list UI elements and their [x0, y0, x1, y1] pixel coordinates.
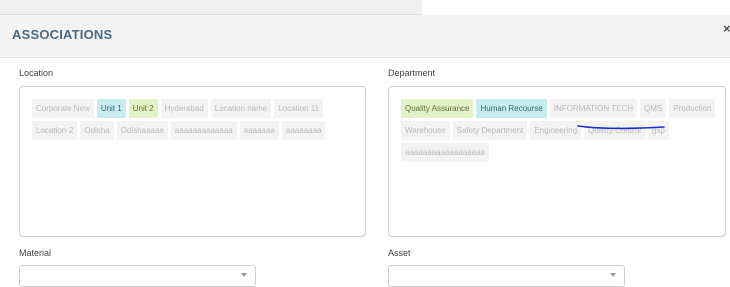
- location-tag[interactable]: Unit 1: [96, 99, 126, 118]
- associations-modal: ASSOCIATIONS × Location Corporate New Uni…: [0, 15, 730, 287]
- location-tag-box[interactable]: Corporate New Unit 1 Unit 2 Hyderabad Locati…: [19, 86, 366, 237]
- department-tag[interactable]: Engineering: [530, 121, 582, 140]
- department-tag[interactable]: Human Recourse: [476, 99, 547, 118]
- location-tag[interactable]: Odisha: [80, 121, 114, 140]
- close-icon[interactable]: ×: [723, 21, 730, 36]
- location-tag[interactable]: Location name: [210, 99, 272, 118]
- department-tag-list: Quality Assurance Human Recourse INFORMATI…: [401, 99, 717, 162]
- location-tag[interactable]: aaaaaaaa: [281, 121, 326, 140]
- department-tag[interactable]: Quality Assurance: [401, 99, 474, 118]
- modal-header: ASSOCIATIONS: [0, 15, 730, 58]
- background-page-strip: [0, 0, 422, 15]
- chevron-down-icon: [241, 273, 247, 277]
- material-label: Material: [19, 248, 52, 258]
- department-tag[interactable]: Quality Control: [584, 121, 645, 140]
- location-tag[interactable]: Unit 2: [128, 99, 158, 118]
- asset-label: Asset: [388, 248, 411, 258]
- department-tag[interactable]: gxp: [647, 121, 669, 140]
- location-tag[interactable]: Odishaaaaa: [116, 121, 168, 140]
- department-tag[interactable]: INFORMATION TECH: [549, 99, 637, 118]
- location-tag[interactable]: Location 11: [274, 99, 324, 118]
- department-tag[interactable]: aaaaaaaaaaaaaaaaaa: [401, 143, 490, 162]
- location-tag-list: Corporate New Unit 1 Unit 2 Hyderabad Locati…: [32, 99, 357, 140]
- location-tag[interactable]: aaaaaaa: [239, 121, 279, 140]
- location-tag[interactable]: aaaaaaaaaaaaa: [170, 121, 237, 140]
- location-tag[interactable]: Corporate New: [32, 99, 94, 118]
- material-select[interactable]: [19, 265, 256, 287]
- modal-title: ASSOCIATIONS: [12, 27, 113, 42]
- department-tag[interactable]: Safety Department: [452, 121, 528, 140]
- department-tag[interactable]: Warehouse: [401, 121, 450, 140]
- asset-select[interactable]: [388, 265, 625, 287]
- department-tag[interactable]: Production: [669, 99, 716, 118]
- location-tag[interactable]: Location-2: [32, 121, 78, 140]
- department-tag-box[interactable]: Quality Assurance Human Recourse INFORMATI…: [388, 86, 726, 237]
- department-tag[interactable]: QMS: [640, 99, 667, 118]
- location-tag[interactable]: Hyderabad: [160, 99, 208, 118]
- department-label: Department: [388, 68, 436, 78]
- chevron-down-icon: [610, 273, 616, 277]
- location-label: Location: [19, 68, 54, 78]
